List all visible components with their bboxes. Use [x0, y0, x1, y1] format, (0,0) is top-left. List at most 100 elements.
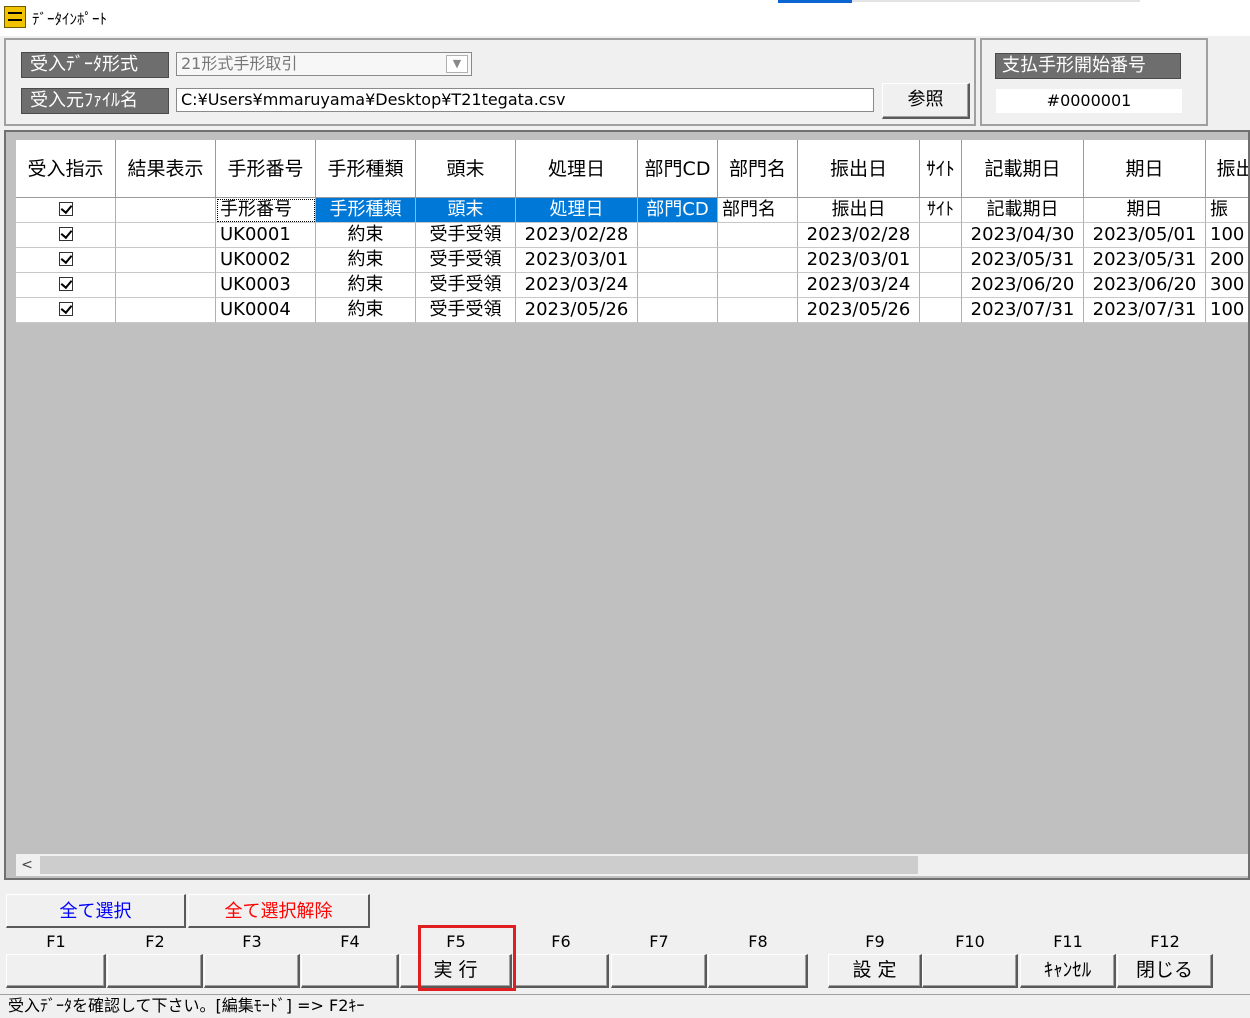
cell-issue-date[interactable]: 2023/03/24: [798, 273, 920, 298]
cell-stated-due-date[interactable]: 記載期日: [962, 198, 1084, 223]
cell-dept-cd[interactable]: [638, 298, 718, 323]
cell-note-number[interactable]: UK0003: [216, 273, 316, 298]
cell-amount[interactable]: 300: [1206, 273, 1248, 298]
column-header-result[interactable]: 結果表示: [116, 140, 216, 198]
column-header-head-end[interactable]: 頭末: [416, 140, 516, 198]
select-all-button[interactable]: 全て選択: [6, 894, 186, 928]
column-header-dept-cd[interactable]: 部門CD: [638, 140, 718, 198]
cell-dept-cd[interactable]: 部門CD: [638, 198, 718, 223]
cell-due-date[interactable]: 2023/06/20: [1084, 273, 1206, 298]
cell-head-end[interactable]: 受手受領: [416, 298, 516, 323]
chevron-down-icon[interactable]: ▼: [446, 55, 468, 73]
cell-head-end[interactable]: 受手受領: [416, 223, 516, 248]
column-header-due-date[interactable]: 期日: [1084, 140, 1206, 198]
table-row[interactable]: UK0001 約束 受手受領 2023/02/28 2023/02/28 2023/04/…: [16, 223, 1248, 248]
cell-note-type[interactable]: 約束: [316, 223, 416, 248]
cell-head-end[interactable]: 受手受領: [416, 248, 516, 273]
cell-due-date[interactable]: 期日: [1084, 198, 1206, 223]
table-row[interactable]: UK0004 約束 受手受領 2023/05/26 2023/05/26 2023/07/…: [16, 298, 1248, 323]
table-row[interactable]: UK0002 約束 受手受領 2023/03/01 2023/03/01 2023/05/…: [16, 248, 1248, 273]
fkey-button-f3[interactable]: [204, 954, 300, 988]
cell-stated-due-date[interactable]: 2023/04/30: [962, 223, 1084, 248]
cell-due-date[interactable]: 2023/05/31: [1084, 248, 1206, 273]
fkey-button-f7[interactable]: [611, 954, 707, 988]
checkbox-checked-icon[interactable]: [58, 301, 73, 316]
cell-process-date[interactable]: 2023/02/28: [516, 223, 638, 248]
fkey-button-f10[interactable]: [922, 954, 1018, 988]
column-header-note-number[interactable]: 手形番号: [216, 140, 316, 198]
horizontal-scrollbar[interactable]: <: [16, 854, 1248, 876]
column-header-stated-due-date[interactable]: 記載期日: [962, 140, 1084, 198]
cell-process-date[interactable]: 2023/03/01: [516, 248, 638, 273]
cell-site[interactable]: ｻｲﾄ: [920, 198, 962, 223]
checkbox-checked-icon[interactable]: [58, 226, 73, 241]
scroll-left-icon[interactable]: <: [16, 854, 38, 876]
cell-note-number[interactable]: UK0001: [216, 223, 316, 248]
cell-process-date[interactable]: 2023/03/24: [516, 273, 638, 298]
cell-issue-date[interactable]: 2023/05/26: [798, 298, 920, 323]
browse-button[interactable]: 参照: [882, 83, 970, 119]
column-header-amount[interactable]: 振出: [1206, 140, 1248, 198]
column-header-issue-date[interactable]: 振出日: [798, 140, 920, 198]
fkey-button-f8[interactable]: [708, 954, 808, 988]
cell-head-end[interactable]: 頭末: [416, 198, 516, 223]
mapping-row[interactable]: 手形番号 手形種類 頭末 処理日 部門CD 部門名 振出日 ｻｲﾄ 記載期日 期日振: [16, 198, 1248, 223]
cell-site[interactable]: [920, 248, 962, 273]
cell-dept-name[interactable]: [718, 223, 798, 248]
import-checkbox-cell[interactable]: [16, 198, 116, 223]
fkey-button-f1[interactable]: [6, 954, 106, 988]
fkey-button-f11[interactable]: ｷｬﾝｾﾙ: [1020, 954, 1116, 988]
cell-process-date[interactable]: 処理日: [516, 198, 638, 223]
cell-note-type[interactable]: 約束: [316, 248, 416, 273]
cell-result[interactable]: [116, 198, 216, 223]
cell-result[interactable]: [116, 223, 216, 248]
cell-dept-cd[interactable]: [638, 248, 718, 273]
column-header-instruction[interactable]: 受入指示: [16, 140, 116, 198]
deselect-all-button[interactable]: 全て選択解除: [188, 894, 370, 928]
fkey-button-f6[interactable]: [513, 954, 609, 988]
fkey-button-f9[interactable]: 設 定: [828, 954, 922, 988]
checkbox-checked-icon[interactable]: [58, 251, 73, 266]
cell-amount[interactable]: 100: [1206, 298, 1248, 323]
cell-head-end[interactable]: 受手受領: [416, 273, 516, 298]
cell-dept-name[interactable]: [718, 248, 798, 273]
cell-stated-due-date[interactable]: 2023/07/31: [962, 298, 1084, 323]
fkey-button-f2[interactable]: [107, 954, 203, 988]
scrollbar-thumb[interactable]: [40, 856, 918, 874]
column-header-process-date[interactable]: 処理日: [516, 140, 638, 198]
fkey-button-f4[interactable]: [301, 954, 399, 988]
cell-dept-name[interactable]: 部門名: [718, 198, 798, 223]
fkey-button-f12[interactable]: 閉じる: [1117, 954, 1213, 988]
column-header-site[interactable]: ｻｲﾄ: [920, 140, 962, 198]
cell-amount[interactable]: 振: [1206, 198, 1248, 223]
column-header-dept-name[interactable]: 部門名: [718, 140, 798, 198]
cell-stated-due-date[interactable]: 2023/06/20: [962, 273, 1084, 298]
cell-due-date[interactable]: 2023/07/31: [1084, 298, 1206, 323]
cell-dept-name[interactable]: [718, 273, 798, 298]
cell-site[interactable]: [920, 273, 962, 298]
cell-dept-cd[interactable]: [638, 273, 718, 298]
import-checkbox-cell[interactable]: [16, 223, 116, 248]
checkbox-checked-icon[interactable]: [58, 201, 73, 216]
start-number-input[interactable]: #0000001: [996, 89, 1182, 113]
cell-note-number[interactable]: UK0004: [216, 298, 316, 323]
cell-result[interactable]: [116, 273, 216, 298]
fkey-button-f5[interactable]: 実 行: [400, 954, 512, 988]
cell-site[interactable]: [920, 298, 962, 323]
cell-note-type[interactable]: 手形種類: [316, 198, 416, 223]
cell-dept-cd[interactable]: [638, 223, 718, 248]
cell-note-number[interactable]: 手形番号: [216, 198, 316, 223]
cell-process-date[interactable]: 2023/05/26: [516, 298, 638, 323]
checkbox-checked-icon[interactable]: [58, 276, 73, 291]
cell-stated-due-date[interactable]: 2023/05/31: [962, 248, 1084, 273]
cell-due-date[interactable]: 2023/05/01: [1084, 223, 1206, 248]
cell-issue-date[interactable]: 2023/02/28: [798, 223, 920, 248]
cell-note-type[interactable]: 約束: [316, 298, 416, 323]
file-path-input[interactable]: C:¥Users¥mmaruyama¥Desktop¥T21tegata.csv: [176, 88, 874, 112]
cell-note-type[interactable]: 約束: [316, 273, 416, 298]
cell-amount[interactable]: 100: [1206, 223, 1248, 248]
import-checkbox-cell[interactable]: [16, 273, 116, 298]
import-checkbox-cell[interactable]: [16, 298, 116, 323]
format-select[interactable]: 21形式手形取引 ▼: [176, 52, 472, 76]
cell-amount[interactable]: 200: [1206, 248, 1248, 273]
